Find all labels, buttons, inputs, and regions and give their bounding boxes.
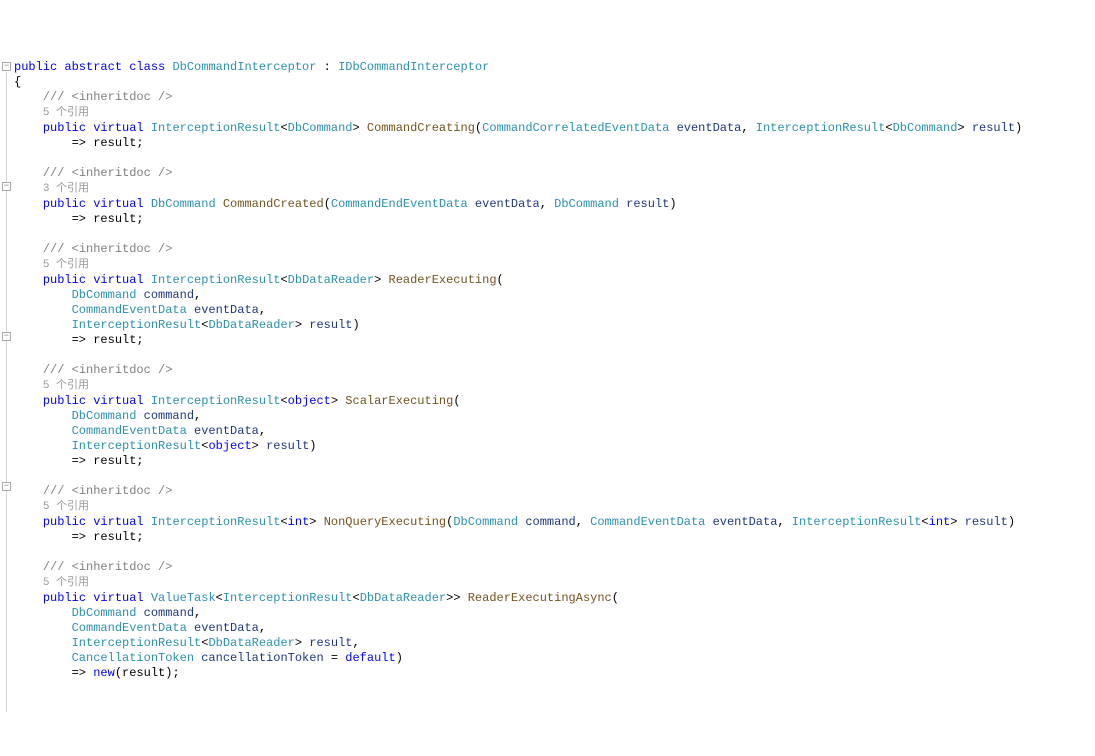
keyword: public virtual [43,394,144,408]
method-name: CommandCreating [367,121,475,135]
param-name: command [144,409,194,423]
param-name: command [144,288,194,302]
type-name: DbCommand [288,121,353,135]
type-name: CommandEndEventData [331,197,468,211]
keyword: public virtual [43,121,144,135]
method-name: ReaderExecuting [389,273,497,287]
keyword: int [929,515,951,529]
type-name: InterceptionResult [72,318,202,332]
keyword: object [288,394,331,408]
type-name: CommandEventData [72,621,187,635]
type-name: DbCommand [72,409,137,423]
method-body: => result; [72,530,144,544]
keyword: public abstract class [14,60,165,74]
codelens-references[interactable]: 5 个引用 [43,259,89,271]
type-name: DbCommand [72,288,137,302]
keyword: default [345,651,395,665]
type-name: CancellationToken [72,651,194,665]
fold-toggle-icon[interactable]: − [2,62,11,71]
type-name: CommandEventData [590,515,705,529]
type-name: CommandCorrelatedEventData [482,121,669,135]
method-body: => result; [72,454,144,468]
type-name: DbDataReader [288,273,374,287]
type-name: DbCommand [893,121,958,135]
fold-toggle-icon[interactable]: − [2,182,11,191]
param-name: eventData [475,197,540,211]
type-name: DbDataReader [208,318,294,332]
codelens-references[interactable]: 5 个引用 [43,501,89,513]
param-name: result [972,121,1015,135]
keyword: public virtual [43,515,144,529]
punct: : [324,60,331,74]
fold-toggle-icon[interactable]: − [2,482,11,491]
param-name: eventData [713,515,778,529]
type-name: InterceptionResult [72,439,202,453]
param-name: eventData [194,303,259,317]
method-name: ReaderExecutingAsync [468,591,612,605]
codelens-references[interactable]: 3 个引用 [43,183,89,195]
xml-doc-comment: /// <inheritdoc /> [43,90,173,104]
param-name: eventData [677,121,742,135]
method-name: NonQueryExecuting [324,515,446,529]
xml-doc-comment: /// <inheritdoc /> [43,560,173,574]
type-name: InterceptionResult [756,121,886,135]
method-name: CommandCreated [223,197,324,211]
keyword: public virtual [43,273,144,287]
fold-toggle-icon[interactable]: − [2,332,11,341]
type-name: CommandEventData [72,303,187,317]
type-name: CommandEventData [72,424,187,438]
keyword: new [93,666,115,680]
keyword: int [288,515,310,529]
method-body: => result; [72,333,144,347]
type-name: InterceptionResult [792,515,922,529]
type-name: DbDataReader [208,636,294,650]
method-body: (result); [115,666,180,680]
type-name: InterceptionResult [223,591,353,605]
type-name: InterceptionResult [72,636,202,650]
method-name: ScalarExecuting [345,394,453,408]
arrow: => [72,666,86,680]
type-name: DbCommand [151,197,216,211]
type-name: InterceptionResult [151,121,281,135]
type-name: DbCommandInterceptor [172,60,316,74]
type-name: IDbCommandInterceptor [338,60,489,74]
type-name: DbCommand [72,606,137,620]
codelens-references[interactable]: 5 个引用 [43,380,89,392]
xml-doc-comment: /// <inheritdoc /> [43,363,173,377]
type-name: InterceptionResult [151,394,281,408]
type-name: ValueTask [151,591,216,605]
type-name: DbCommand [554,197,619,211]
type-name: InterceptionResult [151,273,281,287]
xml-doc-comment: /// <inheritdoc /> [43,242,173,256]
param-name: cancellationToken [201,651,323,665]
keyword: public virtual [43,197,144,211]
type-name: DbCommand [453,515,518,529]
type-name: InterceptionResult [151,515,281,529]
fold-gutter: − − − − [0,60,14,681]
codelens-references[interactable]: 5 个引用 [43,107,89,119]
keyword: public virtual [43,591,144,605]
code-editor[interactable]: − − − − public abstract class DbCommandI… [0,60,1095,681]
param-name: result [626,197,669,211]
brace: { [14,75,21,89]
param-name: result [309,318,352,332]
param-name: command [144,606,194,620]
code-area[interactable]: public abstract class DbCommandIntercept… [14,60,1022,681]
type-name: DbDataReader [360,591,446,605]
method-body: => result; [72,212,144,226]
param-name: command [525,515,575,529]
keyword: object [208,439,251,453]
xml-doc-comment: /// <inheritdoc /> [43,166,173,180]
param-name: result [965,515,1008,529]
xml-doc-comment: /// <inheritdoc /> [43,484,173,498]
param-name: eventData [194,424,259,438]
param-name: eventData [194,621,259,635]
codelens-references[interactable]: 5 个引用 [43,577,89,589]
method-body: => result; [72,136,144,150]
param-name: result [309,636,352,650]
param-name: result [266,439,309,453]
